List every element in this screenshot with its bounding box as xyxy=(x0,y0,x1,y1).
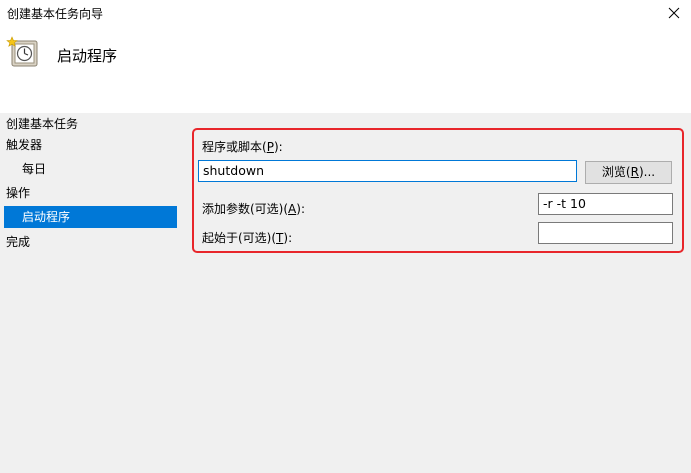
sidebar-item-trigger[interactable]: 触发器 xyxy=(6,134,42,156)
sidebar-item-create-basic-task[interactable]: 创建基本任务 xyxy=(6,113,78,135)
close-icon xyxy=(668,7,680,19)
browse-button[interactable]: 浏览(R)... xyxy=(585,161,672,184)
sidebar-item-action[interactable]: 操作 xyxy=(6,182,30,204)
sidebar-item-daily[interactable]: 每日 xyxy=(22,158,46,180)
sidebar-item-start-program[interactable]: 启动程序 xyxy=(4,206,177,228)
program-script-label: 程序或脚本(P): xyxy=(202,140,283,154)
arguments-label: 添加参数(可选)(A): xyxy=(202,202,305,216)
start-in-label: 起始于(可选)(T): xyxy=(202,231,293,245)
start-in-input[interactable] xyxy=(538,222,673,244)
wizard-header: 创建基本任务向导 启动程序 xyxy=(0,0,691,113)
close-button[interactable] xyxy=(657,0,691,26)
program-script-input[interactable]: shutdown xyxy=(198,160,577,182)
page-heading: 启动程序 xyxy=(57,47,118,65)
task-clock-icon xyxy=(6,36,38,67)
sidebar-item-finish[interactable]: 完成 xyxy=(6,231,30,253)
window-title: 创建基本任务向导 xyxy=(7,7,104,21)
arguments-input[interactable]: -r -t 10 xyxy=(538,193,673,215)
